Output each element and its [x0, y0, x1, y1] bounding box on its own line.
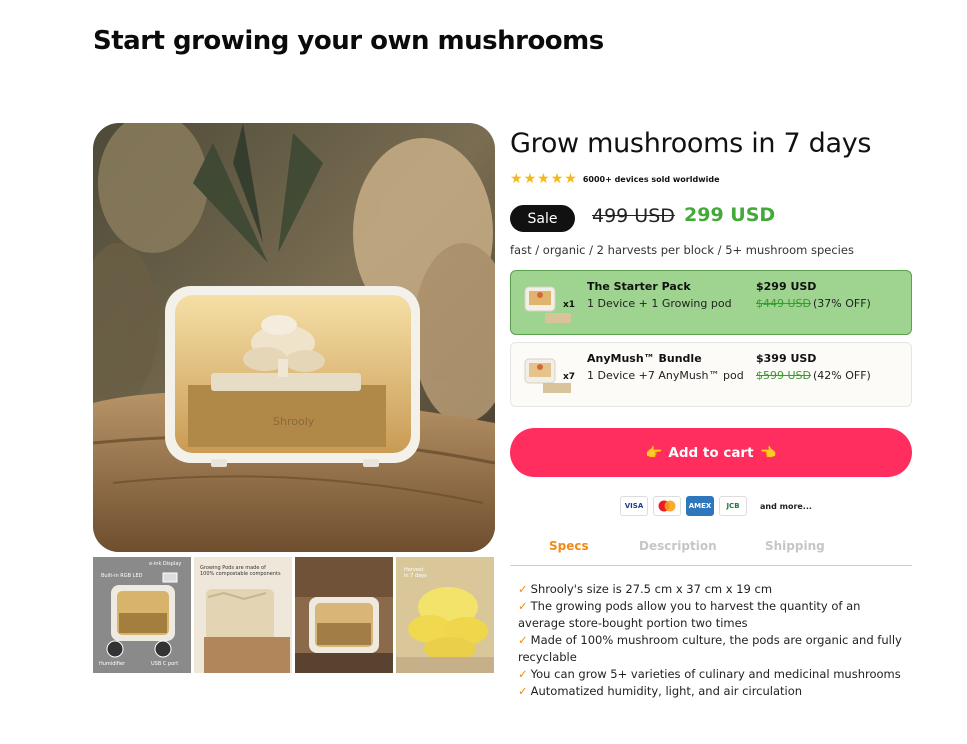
rating: ★ ★ ★ ★ ★ 6000+ devices sold worldwide: [510, 172, 720, 186]
star-icon: ★: [537, 171, 550, 187]
product-title: Grow mushrooms in 7 days: [510, 128, 872, 159]
bundle-desc: 1 Device + 1 Growing pod: [587, 297, 732, 310]
check-icon: ✓: [518, 599, 528, 613]
product-photo: Shrooly: [93, 123, 495, 552]
amex-icon: AMEX: [686, 496, 714, 516]
check-icon: ✓: [518, 684, 528, 698]
star-icon: ★: [510, 171, 523, 187]
bundle-option-starter-pack[interactable]: x1 The Starter Pack 1 Device + 1 Growing…: [510, 270, 912, 335]
check-icon: ✓: [518, 582, 528, 596]
bundle-discount: (37% OFF): [813, 297, 871, 310]
product-tagline: fast / organic / 2 harvests per block / …: [510, 243, 854, 257]
payment-methods: VISA AMEX JCB and more...: [620, 496, 812, 516]
thumb-caption: USB C port: [151, 661, 179, 667]
thumb-caption: Humidifier: [99, 661, 126, 667]
thumb-caption: Built-in RGB LED: [101, 573, 143, 579]
more-payments-text: and more...: [760, 501, 812, 511]
tab-shipping[interactable]: Shipping: [765, 539, 825, 553]
add-to-cart-button[interactable]: 👉 Add to cart 👈: [510, 428, 912, 477]
bundle-qty: x7: [563, 372, 575, 382]
bundle-discount: (42% OFF): [813, 369, 871, 382]
jcb-icon: JCB: [719, 496, 747, 516]
thumbnail-harvest[interactable]: Harvest in 7 days: [396, 557, 494, 673]
info-tabs: Specs Description Shipping: [510, 532, 912, 566]
new-price: 299 USD: [684, 204, 776, 226]
tab-specs[interactable]: Specs: [549, 539, 589, 553]
spec-item: ✓ Made of 100% mushroom culture, the pods…: [518, 633, 902, 664]
anymush-bundle-image: x7: [524, 358, 575, 393]
bundle-name: The Starter Pack: [587, 280, 691, 293]
star-icon: ★: [550, 171, 564, 187]
check-icon: ✓: [518, 667, 528, 681]
spec-item: ✓ The growing pods allow you to harvest t…: [518, 599, 861, 630]
rating-text: 6000+ devices sold worldwide: [582, 174, 720, 184]
thumb-caption: in 7 days: [404, 573, 427, 579]
spec-item: ✓ You can grow 5+ varieties of culinary a…: [518, 667, 901, 681]
thumbnail-kitchen[interactable]: [295, 557, 393, 673]
mastercard-icon: [653, 496, 681, 516]
starter-pack-image: x1: [524, 286, 575, 323]
spec-item: ✓ Shrooly's size is 27.5 cm x 37 cm x 19 …: [518, 582, 773, 596]
main-product-image[interactable]: Shrooly: [93, 123, 495, 552]
bundle-qty: x1: [563, 300, 575, 310]
thumbnail-strip: e-ink Display Built-in RGB LED Humidifie…: [93, 557, 495, 673]
specs-list: ✓ Shrooly's size is 27.5 cm x 37 cm x 19 …: [518, 581, 908, 700]
page-title: Start growing your own mushrooms: [93, 26, 604, 56]
bundle-old-price: $599 USD: [756, 369, 811, 382]
bundle-price: $299 USD: [756, 280, 817, 293]
spec-item: ✓ Automatized humidity, light, and air ci…: [518, 684, 803, 698]
thumbnail-kitchen-image: [295, 557, 393, 673]
star-icon: ★: [523, 171, 537, 187]
svg-text:Shrooly: Shrooly: [273, 415, 315, 428]
bundle-name: AnyMush™ Bundle: [587, 352, 702, 365]
thumbnail-features[interactable]: e-ink Display Built-in RGB LED Humidifie…: [93, 557, 191, 673]
check-icon: ✓: [518, 633, 528, 647]
bundle-price: $399 USD: [756, 352, 817, 365]
tab-description[interactable]: Description: [639, 539, 717, 553]
visa-icon: VISA: [620, 496, 648, 516]
thumb-caption: e-ink Display: [149, 561, 182, 567]
mastercard-logo: [658, 500, 676, 512]
old-price: 499 USD: [592, 205, 675, 227]
thumbnail-growing-pod[interactable]: Growing Pods are made of 100% compostabl…: [194, 557, 292, 673]
thumb-caption: 100% compostable components: [200, 571, 281, 577]
bundle-option-anymush[interactable]: x7 AnyMush™ Bundle 1 Device +7 AnyMush™ …: [510, 342, 912, 407]
pointing-right-icon: 👉: [645, 444, 663, 461]
add-to-cart-label: Add to cart: [668, 444, 754, 461]
star-icon: ★: [564, 171, 577, 187]
bundle-desc: 1 Device +7 AnyMush™ pod: [587, 369, 744, 382]
bundle-old-price: $449 USD: [756, 297, 811, 310]
sale-badge: Sale: [510, 205, 575, 232]
pointing-left-icon: 👈: [759, 444, 777, 461]
